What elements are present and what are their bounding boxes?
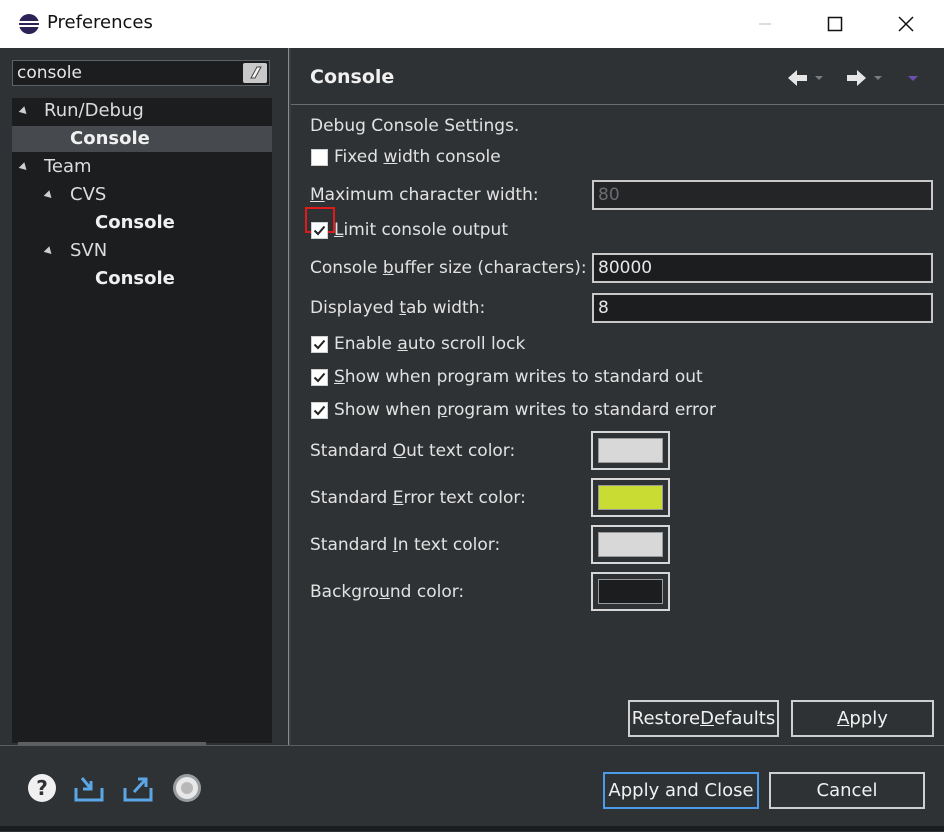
view-menu-icon (908, 76, 918, 81)
std-out-color-button[interactable] (591, 431, 670, 470)
oomph-record-icon[interactable] (171, 772, 203, 804)
color-swatch (598, 485, 663, 510)
tab-width-label: Displayed tab width: (310, 298, 486, 318)
eclipse-app-icon (19, 14, 39, 34)
export-icon[interactable] (122, 772, 154, 804)
window-title: Preferences (47, 12, 153, 33)
console-settings: Debug Console Settings. Fixed width cons… (291, 105, 944, 745)
show-std-out-checkbox[interactable] (311, 369, 328, 386)
expand-arrow-icon[interactable] (18, 106, 30, 117)
help-icon[interactable]: ? (26, 772, 58, 804)
close-button[interactable] (883, 0, 929, 48)
auto-scroll-label[interactable]: Enable auto scroll lock (334, 334, 525, 354)
preference-page: Console Debug Console Settings. Fixed wi… (291, 48, 944, 745)
back-arrow-icon (788, 70, 823, 86)
std-out-color-label: Standard Out text color: (310, 441, 516, 461)
apply-button[interactable]: Apply (791, 700, 934, 737)
tree-item-console-run-debug[interactable]: Console (70, 126, 150, 152)
background-color-button[interactable] (591, 572, 670, 611)
minimize-icon (759, 23, 771, 25)
close-icon (898, 16, 914, 32)
cancel-button[interactable]: Cancel (769, 772, 925, 809)
std-in-color-label: Standard In text color: (310, 535, 501, 555)
preference-tree-pane: Run/Debug Console Team CVS Console SVN C… (0, 48, 288, 745)
restore-defaults-button[interactable]: Restore Defaults (628, 700, 779, 737)
expand-arrow-icon[interactable] (18, 162, 30, 173)
filter-input[interactable] (17, 62, 235, 84)
tree-item-team[interactable]: Team (44, 154, 92, 180)
max-char-width-label: Maximum character width: (310, 185, 539, 205)
expand-arrow-icon[interactable] (43, 246, 55, 257)
background-color-label: Background color: (310, 582, 465, 602)
limit-output-checkbox[interactable] (311, 222, 328, 239)
buffer-size-label: Console buffer size (characters): (310, 258, 587, 278)
section-label: Debug Console Settings. (310, 116, 520, 136)
max-char-width-input (592, 180, 933, 210)
limit-output-label[interactable]: Limit console output (334, 220, 508, 240)
tab-width-input[interactable] (592, 293, 933, 323)
std-in-color-button[interactable] (591, 525, 670, 564)
maximize-icon (827, 16, 843, 32)
tree-item-console-cvs[interactable]: Console (95, 210, 175, 236)
tree-item-console-svn[interactable]: Console (95, 266, 175, 292)
import-icon[interactable] (73, 772, 105, 804)
show-std-err-checkbox[interactable] (311, 402, 328, 419)
expand-arrow-icon[interactable] (43, 190, 55, 201)
tree-item-cvs[interactable]: CVS (70, 182, 106, 208)
eraser-icon (250, 66, 262, 79)
auto-scroll-checkbox[interactable] (311, 336, 328, 353)
forward-button[interactable] (844, 68, 884, 88)
clear-filter-button[interactable] (243, 63, 267, 83)
checkmark-icon (313, 225, 326, 236)
page-title: Console (310, 66, 395, 88)
forward-arrow-icon (847, 70, 882, 86)
title-bar: Preferences (0, 0, 944, 49)
checkmark-icon (313, 372, 326, 383)
buffer-size-input[interactable] (592, 253, 933, 283)
fixed-width-label[interactable]: Fixed width console (334, 147, 501, 167)
apply-and-close-button[interactable]: Apply and Close (603, 772, 759, 809)
back-button[interactable] (785, 68, 825, 88)
svg-text:?: ? (36, 776, 48, 800)
tree-item-svn[interactable]: SVN (70, 238, 107, 264)
tree-item-run-debug[interactable]: Run/Debug (44, 98, 144, 124)
bottom-edge (0, 826, 944, 831)
fixed-width-checkbox[interactable] (311, 149, 328, 166)
std-error-color-button[interactable] (591, 478, 670, 517)
color-swatch (598, 438, 663, 463)
page-header: Console (291, 48, 944, 105)
checkmark-icon (313, 339, 326, 350)
maximize-button[interactable] (812, 0, 858, 48)
checkmark-icon (313, 405, 326, 416)
preference-tree[interactable]: Run/Debug Console Team CVS Console SVN C… (12, 98, 272, 743)
show-std-out-label[interactable]: Show when program writes to standard out (334, 367, 703, 387)
color-swatch (598, 579, 663, 604)
std-error-color-label: Standard Error text color: (310, 488, 526, 508)
dialog-footer: ? Apply and Close Cancel (0, 745, 944, 832)
minimize-button[interactable] (742, 0, 788, 48)
view-menu-button[interactable] (906, 68, 922, 88)
color-swatch (598, 532, 663, 557)
show-std-err-label[interactable]: Show when program writes to standard err… (334, 400, 716, 420)
filter-box[interactable] (12, 60, 270, 86)
